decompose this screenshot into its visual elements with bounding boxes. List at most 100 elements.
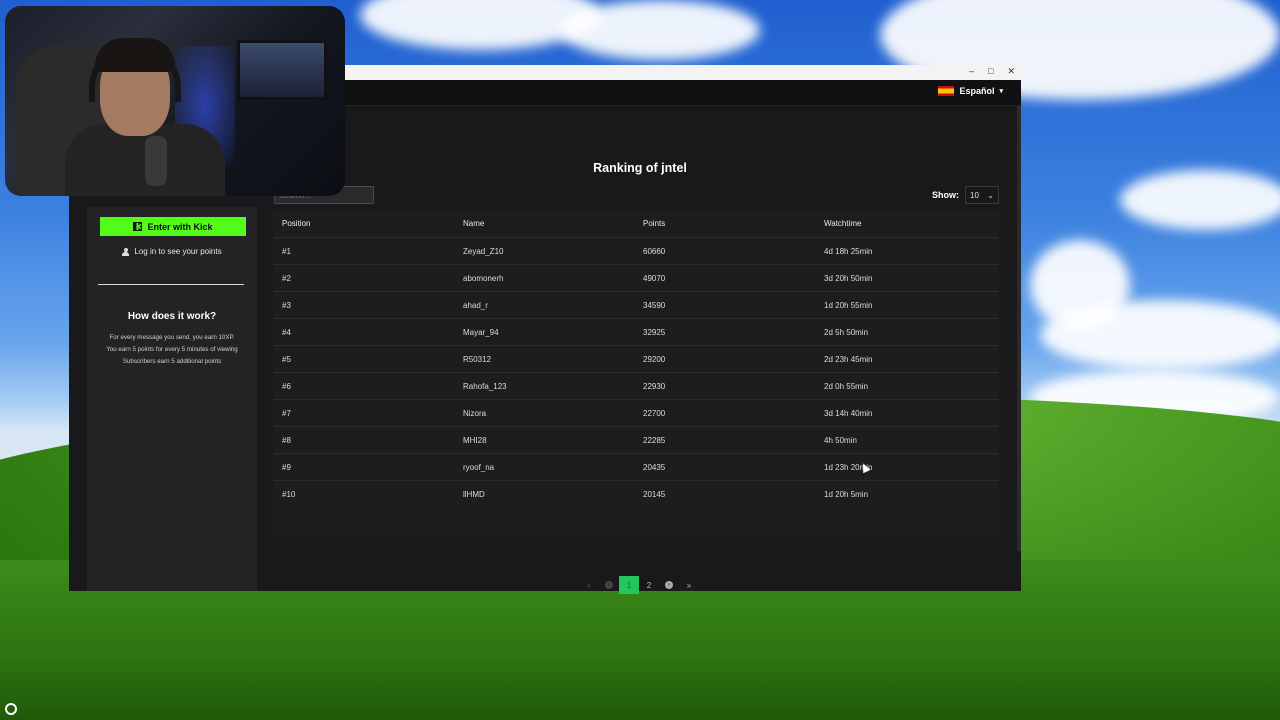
record-icon (5, 703, 17, 715)
spain-flag-icon (938, 86, 955, 96)
table-row: #6 Rahofa_123 22930 2d 0h 55min (273, 372, 999, 399)
chevron-right-icon: › (665, 581, 673, 589)
first-page-button[interactable]: « (579, 576, 599, 594)
cell-position: #6 (282, 381, 291, 391)
room-window (237, 40, 327, 100)
cell-position: #5 (282, 354, 291, 364)
cell-watchtime: 4h 50min (824, 435, 857, 445)
show-count-select[interactable]: 10 ⌄ (965, 186, 999, 204)
enter-with-kick-button[interactable]: Enter with Kick (100, 217, 246, 236)
cell-watchtime: 2d 23h 45min (824, 354, 873, 364)
microphone-icon (145, 136, 167, 186)
kick-icon (133, 222, 143, 231)
chevron-down-icon: ⌄ (987, 190, 994, 200)
prev-page-button[interactable]: ‹ (599, 576, 619, 594)
chevron-left-icon: ‹ (605, 581, 613, 589)
cell-position: #10 (282, 489, 296, 499)
page-2-button[interactable]: 2 (639, 576, 659, 594)
close-button[interactable]: ✕ (1007, 66, 1015, 77)
column-header-name[interactable]: Name (454, 219, 634, 228)
cell-name: MHI28 (463, 435, 487, 445)
how-line: For every message you send, you earn 10X… (109, 334, 235, 341)
cell-points: 22930 (643, 381, 666, 391)
cell-watchtime: 4d 18h 25min (824, 246, 873, 256)
table-row: #3 ahad_r 34590 1d 20h 55min (273, 291, 999, 318)
ranking-table: Position Name Points Watchtime #1 Zeyad_Z… (273, 210, 999, 594)
cell-name: Mayar_94 (463, 327, 499, 337)
cell-points: 60660 (643, 246, 666, 256)
table-row: #1 Zeyad_Z10 60660 4d 18h 25min (273, 237, 999, 264)
login-link-label: Log in to see your points (134, 247, 222, 256)
webcam-overlay (5, 6, 345, 196)
cell-name: R50312 (463, 354, 492, 364)
column-header-watchtime[interactable]: Watchtime (815, 219, 999, 228)
cell-position: #8 (282, 435, 291, 445)
cell-position: #7 (282, 408, 291, 418)
chevron-down-icon: ▾ (999, 88, 1003, 95)
table-body: #1 Zeyad_Z10 60660 4d 18h 25min #2 abomonerh 4… (273, 237, 999, 507)
table-row: #8 MHI28 22285 4h 50min (273, 426, 999, 453)
pagination: « ‹ 1 2 › » (579, 576, 699, 594)
show-label: Show: (932, 190, 959, 200)
table-row: #7 Nizora 22700 3d 14h 40min (273, 399, 999, 426)
cell-name: Zeyad_Z10 (463, 246, 504, 256)
cell-watchtime: 1d 20h 55min (824, 300, 873, 310)
cell-watchtime: 1d 23h 20min (824, 462, 873, 472)
cell-name: llHMD (463, 489, 485, 499)
column-header-points[interactable]: Points (634, 219, 815, 228)
user-icon (122, 247, 130, 256)
cell-points: 49070 (643, 273, 666, 283)
column-header-position[interactable]: Position (273, 219, 454, 228)
page-1-button[interactable]: 1 (619, 576, 639, 594)
cell-points: 22285 (643, 435, 666, 445)
cell-position: #2 (282, 273, 291, 283)
table-row: #5 R50312 29200 2d 23h 45min (273, 345, 999, 372)
cloud (1040, 300, 1280, 370)
cell-points: 22700 (643, 408, 666, 418)
cell-points: 32925 (643, 327, 666, 337)
how-line: You earn 5 points for every 5 minutes of… (106, 346, 238, 353)
language-selector[interactable]: Español ▾ (938, 86, 1003, 96)
login-link[interactable]: Log in to see your points (87, 247, 257, 256)
cell-watchtime: 3d 14h 40min (824, 408, 873, 418)
sidebar: Enter with Kick Log in to see your point… (87, 207, 257, 591)
how-line: Subscribers earn 5 additional points (122, 358, 222, 365)
cell-name: ahad_r (463, 300, 488, 310)
cloud (1120, 170, 1280, 230)
how-it-works-text: For every message you send, you earn 10X… (87, 332, 257, 368)
cell-position: #9 (282, 462, 291, 472)
how-it-works-title: How does it work? (127, 311, 217, 322)
table-row: #10 llHMD 20145 1d 20h 5min (273, 480, 999, 507)
table-row: #9 ryoof_na 20435 1d 23h 20min (273, 453, 999, 480)
cell-name: Nizora (463, 408, 487, 418)
page-title: Ranking of jntel (593, 161, 687, 175)
show-entries: Show: 10 ⌄ (932, 186, 999, 204)
last-page-button[interactable]: » (679, 576, 699, 594)
window-controls: – □ ✕ (969, 66, 1015, 77)
table-row: #2 abomonerh 49070 3d 20h 50min (273, 264, 999, 291)
cell-name: abomonerh (463, 273, 504, 283)
show-count-value: 10 (970, 190, 979, 200)
language-label: Español (959, 86, 995, 96)
kick-button-label: Enter with Kick (147, 221, 213, 232)
cell-position: #1 (282, 246, 291, 256)
cloud (560, 0, 760, 60)
cell-points: 20435 (643, 462, 666, 472)
divider (98, 284, 244, 285)
cell-points: 20145 (643, 489, 666, 499)
next-page-button[interactable]: › (659, 576, 679, 594)
cell-position: #4 (282, 327, 291, 337)
cell-name: Rahofa_123 (463, 381, 507, 391)
cell-points: 29200 (643, 354, 666, 364)
cell-position: #3 (282, 300, 291, 310)
cell-name: ryoof_na (463, 462, 495, 472)
cell-watchtime: 1d 20h 5min (824, 489, 869, 499)
cell-watchtime: 2d 0h 55min (824, 381, 869, 391)
cell-points: 34590 (643, 300, 666, 310)
cell-watchtime: 2d 5h 50min (824, 327, 869, 337)
cell-watchtime: 3d 20h 50min (824, 273, 873, 283)
table-row: #4 Mayar_94 32925 2d 5h 50min (273, 318, 999, 345)
table-header: Position Name Points Watchtime (273, 210, 999, 237)
minimize-button[interactable]: – (969, 66, 974, 77)
maximize-button[interactable]: □ (988, 66, 993, 77)
